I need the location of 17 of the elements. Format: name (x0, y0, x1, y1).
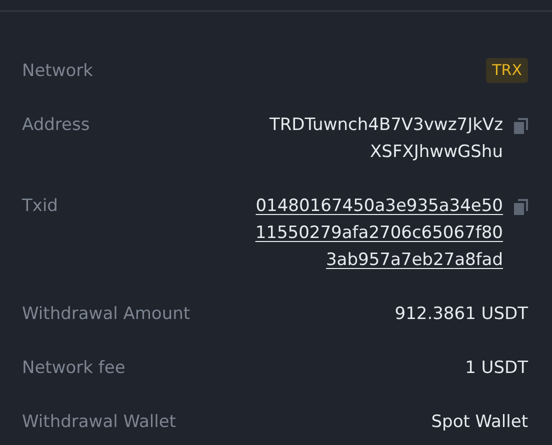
address-text: XSFXJhwwGShu (370, 141, 503, 164)
field-value: 1 USDT (465, 357, 528, 380)
field-label: Network (22, 60, 93, 83)
field-value: 912.3861 USDT (394, 303, 528, 326)
field-value: Spot Wallet (431, 411, 528, 434)
network-badge: TRX (486, 58, 528, 83)
txid-link[interactable]: 11550279afa2706c65067f80 (255, 220, 503, 247)
field-label: Withdrawal Amount (22, 303, 190, 326)
field-label: Txid (22, 195, 58, 218)
copy-icon[interactable] (514, 118, 528, 134)
field-label: Network fee (22, 357, 126, 380)
field-label: Address (22, 114, 90, 137)
txid-link[interactable]: 01480167450a3e935a34e50 (256, 193, 503, 220)
address-text: TRDTuwnch4B7V3vwz7JkVz (269, 114, 503, 137)
copy-icon[interactable] (514, 199, 528, 215)
field-label: Withdrawal Wallet (22, 411, 176, 434)
txid-link[interactable]: 3ab957a7eb27a8fad (326, 247, 503, 274)
